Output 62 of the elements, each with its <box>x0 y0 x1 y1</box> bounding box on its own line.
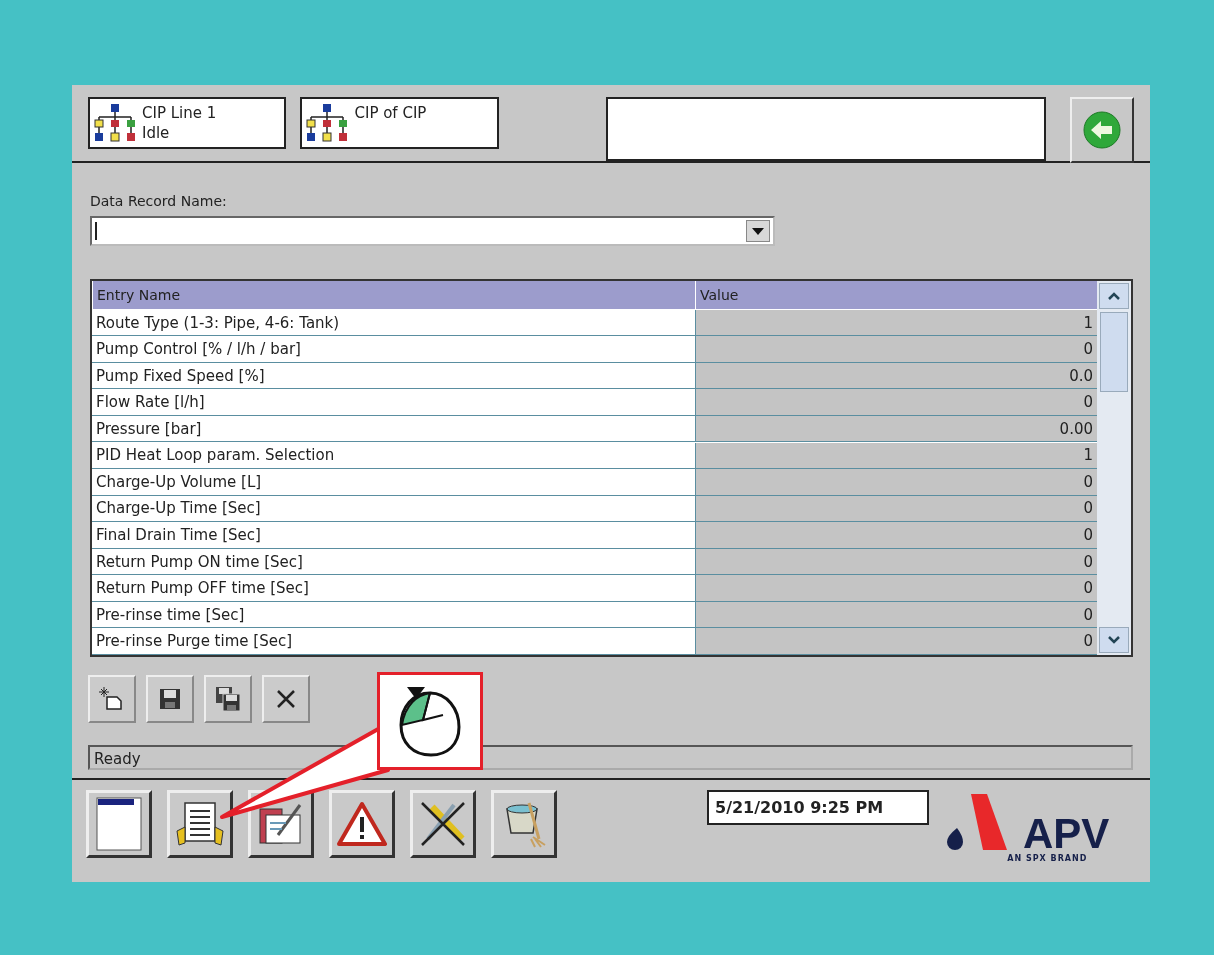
new-button[interactable] <box>88 675 136 723</box>
unit-status: Idle <box>142 123 171 143</box>
table-cell: Pressure [bar] <box>92 415 695 443</box>
table-cell: Route Type (1-3: Pipe, 4-6: Tank) <box>92 309 695 337</box>
table-cell: Flow Rate [l/h] <box>92 389 695 416</box>
alarm-button[interactable] <box>329 790 395 858</box>
cleaning-button[interactable] <box>491 790 557 858</box>
table-cell[interactable]: 0 <box>695 601 1097 629</box>
close-icon <box>276 689 296 709</box>
scrollbar[interactable] <box>1097 281 1131 655</box>
table-cell[interactable]: 1 <box>695 309 1097 337</box>
record-name-combo[interactable] <box>90 216 775 246</box>
table-cell: Return Pump OFF time [Sec] <box>92 575 695 602</box>
table-cell: Pre-rinse Purge time [Sec] <box>92 628 695 655</box>
table-cell[interactable]: 0 <box>695 628 1097 655</box>
unit-tile[interactable]: CIP Line 1 Idle <box>88 97 287 149</box>
table-cell[interactable]: 0.00 <box>695 415 1097 443</box>
table-cell[interactable]: 0.0 <box>695 362 1097 390</box>
window-icon <box>96 797 142 851</box>
table-cell: Charge-Up Volume [L] <box>92 469 695 496</box>
table-cell: Pump Fixed Speed [%] <box>92 362 695 390</box>
table-cell[interactable]: 0 <box>695 469 1097 496</box>
table-cell: Charge-Up Time [Sec] <box>92 495 695 523</box>
field-label: Data Record Name: <box>90 193 228 209</box>
scroll-down-icon <box>1108 636 1120 644</box>
unit-name: CIP Line 1 <box>142 103 217 123</box>
back-button[interactable] <box>1070 97 1134 163</box>
table-cell: Pump Control [% / l/h / bar] <box>92 336 695 363</box>
date-time-display: 5/21/2010 9:25 PM <box>707 790 929 825</box>
table-cell: Final Drain Time [Sec] <box>92 522 695 549</box>
table-cell: Return Pump ON time [Sec] <box>92 548 695 576</box>
save-button[interactable] <box>146 675 194 723</box>
new-document-icon <box>99 687 125 711</box>
hierarchy-icon <box>92 103 138 143</box>
table-cell[interactable]: 0 <box>695 336 1097 363</box>
mouse-icon <box>397 685 463 757</box>
warning-icon <box>337 801 387 847</box>
dropdown-button[interactable] <box>746 220 770 242</box>
maintenance-button[interactable] <box>410 790 476 858</box>
table-cell[interactable]: 0 <box>695 548 1097 576</box>
scroll-thumb[interactable] <box>1100 312 1128 392</box>
caret-icon <box>752 227 764 235</box>
table-cell[interactable]: 0 <box>695 389 1097 416</box>
table-cell: Pre-rinse time [Sec] <box>92 601 695 629</box>
save-as-button[interactable] <box>204 675 252 723</box>
scroll-up-icon <box>1108 292 1120 300</box>
logo-tagline: AN SPX BRAND <box>1007 854 1088 863</box>
floppy-disks-icon <box>215 686 241 712</box>
delete-button[interactable] <box>262 675 310 723</box>
unit-tile[interactable]: CIP of CIP <box>300 97 499 149</box>
table-cell: PID Heat Loop param. Selection <box>92 442 695 469</box>
column-header: Entry Name <box>92 281 695 309</box>
unit-name: CIP of CIP <box>354 103 427 123</box>
document-button[interactable] <box>167 790 233 858</box>
window-button[interactable] <box>86 790 152 858</box>
logo-name: APV <box>1023 814 1110 854</box>
table-cell[interactable]: 0 <box>695 575 1097 602</box>
document-hands-icon <box>175 801 225 847</box>
table-cell[interactable]: 0 <box>695 522 1097 549</box>
table-cell[interactable]: 1 <box>695 442 1097 469</box>
column-header: Value <box>695 281 1097 309</box>
table-cell[interactable]: 0 <box>695 495 1097 523</box>
